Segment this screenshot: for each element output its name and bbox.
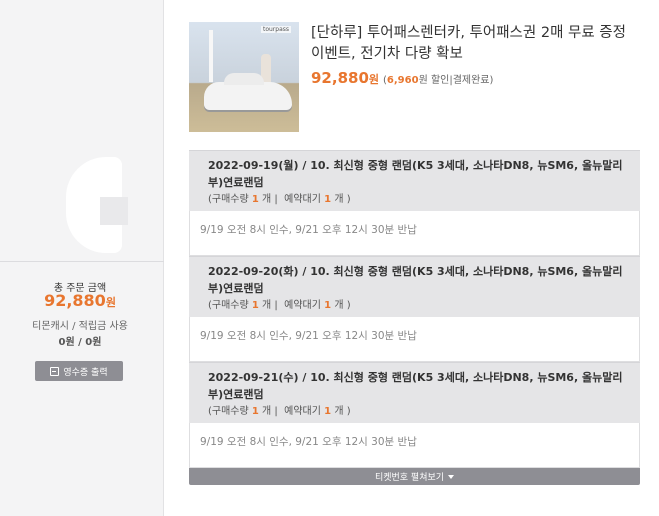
expand-label: 티켓번호 펼쳐보기 [374, 473, 445, 483]
caret-down-icon [448, 474, 455, 479]
divider [0, 261, 164, 262]
discount-status: 원 할인|결제완료) [418, 75, 494, 86]
order-title: 2022-09-21(수) / 10. 최신형 중형 랜덤(K5 3세대, 소나… [208, 371, 623, 401]
product-title[interactable]: [단하루] 투어패스렌터카, 투어패스권 2매 무료 증정이벤트, 전기차 다량… [311, 23, 637, 65]
order-item: 2022-09-20(화) / 10. 최신형 중형 랜덤(K5 3세대, 소나… [189, 256, 640, 362]
order-note: 9/19 오전 8시 인수, 9/21 오후 12시 30분 반납 [189, 317, 640, 362]
total-amount: 92,880원 [0, 291, 160, 310]
product-thumbnail[interactable]: tourpass [189, 22, 299, 132]
printer-icon [50, 366, 60, 376]
order-item: 2022-09-19(월) / 10. 최신형 중형 랜덤(K5 3세대, 소나… [189, 150, 640, 256]
order-header: 2022-09-20(화) / 10. 최신형 중형 랜덤(K5 3세대, 소나… [189, 256, 640, 317]
order-header: 2022-09-21(수) / 10. 최신형 중형 랜덤(K5 3세대, 소나… [189, 362, 640, 423]
total-amount-value: 92,880 [44, 291, 106, 310]
price-unit: 원 [368, 73, 380, 86]
cash-points-value: 0원 / 0원 [58, 337, 102, 348]
order-title: 2022-09-20(화) / 10. 최신형 중형 랜덤(K5 3세대, 소나… [208, 265, 623, 295]
total-amount-currency: 원 [105, 296, 116, 309]
discount-amount: 6,960 [386, 75, 419, 86]
print-receipt-button[interactable]: 영수증 출력 [35, 361, 123, 381]
order-note: 9/19 오전 8시 인수, 9/21 오후 12시 30분 반납 [189, 423, 640, 468]
order-quantity: (구매수량 1 개 | 예약대기 1 개 ) [208, 300, 351, 311]
product-image-placeholder [52, 157, 128, 253]
thumbnail-brand-logo: tourpass [260, 26, 291, 33]
order-title: 2022-09-19(월) / 10. 최신형 중형 랜덤(K5 3세대, 소나… [208, 159, 623, 189]
order-list: 2022-09-19(월) / 10. 최신형 중형 랜덤(K5 3세대, 소나… [189, 150, 640, 485]
price-line: 92,880원 (6,960원 할인|결제완료) [311, 69, 493, 87]
order-summary-panel: 총 주문 금액 92,880원 티몬캐시 / 적립금 사용 0원 / 0원 영수… [0, 0, 164, 516]
expand-ticket-numbers-button[interactable]: 티켓번호 펼쳐보기 [189, 468, 640, 485]
order-note: 9/19 오전 8시 인수, 9/21 오후 12시 30분 반납 [189, 211, 640, 256]
print-receipt-label: 영수증 출력 [63, 367, 108, 378]
product-price: 92,880 [311, 69, 369, 87]
cash-points-label: 티몬캐시 / 적립금 사용 [32, 321, 128, 332]
order-header: 2022-09-19(월) / 10. 최신형 중형 랜덤(K5 3세대, 소나… [189, 150, 640, 211]
order-quantity: (구매수량 1 개 | 예약대기 1 개 ) [208, 194, 351, 205]
order-item: 2022-09-21(수) / 10. 최신형 중형 랜덤(K5 3세대, 소나… [189, 362, 640, 468]
order-quantity: (구매수량 1 개 | 예약대기 1 개 ) [208, 406, 351, 417]
